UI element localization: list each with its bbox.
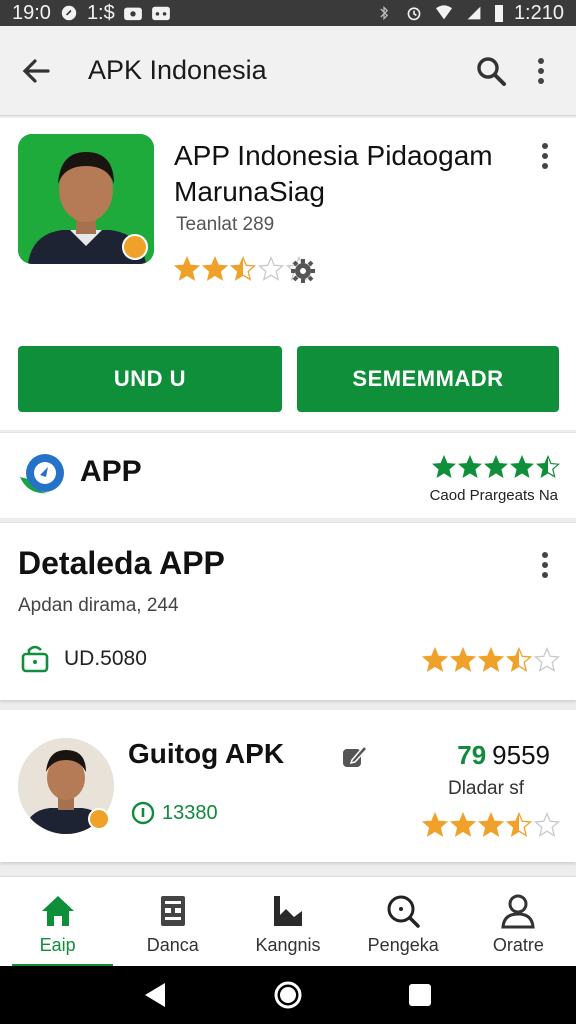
rating-caption: Caod Prargeats Na (429, 487, 558, 504)
nav-label: Pengeka (367, 935, 439, 955)
more-vert-icon[interactable] (536, 56, 546, 86)
star-icon (432, 455, 456, 478)
star-icon (534, 647, 560, 672)
message-icon (151, 6, 170, 21)
nav-item-kangnis[interactable]: Kangnis (230, 877, 345, 966)
star-icon (506, 647, 532, 672)
install-button[interactable]: UND U (18, 346, 282, 412)
gear-icon[interactable] (290, 258, 316, 284)
search-icon[interactable] (474, 54, 508, 88)
alarm-icon (407, 7, 421, 21)
nav-label: Oratre (492, 935, 544, 955)
app-logo-icon (20, 454, 64, 494)
star-icon (458, 455, 482, 478)
app-summary-row[interactable]: APP Caod Prargeats Na (0, 432, 576, 518)
more-vert-icon[interactable] (541, 551, 549, 579)
star-icon (422, 647, 448, 672)
star-icon (450, 812, 476, 837)
app-header-card: APP Indonesia Pidaogam MarunaSiag Teanla… (0, 118, 576, 430)
notification-icon (61, 5, 77, 21)
listing-name: Guitog APK (128, 738, 285, 769)
status-time-left: 19:0 (12, 1, 51, 24)
chart-icon (274, 896, 302, 926)
edit-icon[interactable] (340, 742, 368, 770)
details-title: Detaleda APP (18, 545, 225, 581)
apps-icon (160, 896, 185, 926)
star-icon (478, 647, 504, 672)
nav-item-oratre[interactable]: Oratre (461, 877, 576, 966)
verified-badge-icon (122, 234, 148, 260)
download-count: 13380 (162, 802, 218, 824)
rating-stars (422, 647, 560, 673)
star-icon (536, 455, 560, 478)
details-card[interactable]: Detaleda APP Apdan dirama, 244 UD.5080 (0, 522, 576, 700)
star-icon (478, 812, 504, 837)
battery-icon (494, 5, 503, 22)
star-icon (506, 812, 532, 837)
system-navigation-bar (0, 966, 576, 1024)
status-time-right: 1:210 (513, 1, 564, 24)
status-extra: 1:$ (86, 1, 115, 24)
back-arrow-icon[interactable] (20, 55, 52, 87)
price-value: UD.5080 (64, 647, 147, 670)
bluetooth-icon (380, 5, 389, 21)
image-icon (123, 7, 142, 21)
back-triangle-icon[interactable] (141, 980, 171, 1010)
person-icon (501, 894, 536, 929)
info-icon (131, 801, 155, 825)
nav-label: Kangnis (255, 935, 321, 955)
star-icon (484, 455, 508, 478)
star-icon (230, 256, 256, 281)
app-title: APP Indonesia Pidaogam MarunaSiag (174, 140, 493, 207)
signal-icon (467, 6, 481, 20)
more-vert-icon[interactable] (541, 142, 549, 170)
app-label: APP (80, 455, 142, 488)
lock-icon (21, 645, 49, 673)
nav-item-pengeka[interactable]: Pengeka (346, 877, 461, 966)
page-title: APK Indonesia (88, 55, 267, 85)
star-icon (510, 455, 534, 478)
rating-stars (422, 812, 560, 838)
app-subtitle: Teanlat 289 (176, 214, 275, 235)
star-icon (258, 256, 284, 281)
bottom-navigation: Eaip Danca Kangnis Pengeka Oratre (0, 876, 576, 967)
nav-label: Eaip (39, 935, 76, 955)
home-icon (41, 896, 74, 926)
star-icon (450, 647, 476, 672)
app-bar: APK Indonesia (0, 26, 576, 116)
wifi-icon (435, 5, 452, 20)
verified-badge-icon (88, 808, 110, 830)
nav-label: Danca (146, 935, 199, 955)
rating-stars (432, 455, 560, 479)
secondary-action-button[interactable]: SEMEMMADR (297, 346, 559, 412)
home-circle-icon[interactable] (273, 980, 303, 1010)
nav-item-danca[interactable]: Danca (115, 877, 230, 966)
metric-primary: 79 (457, 740, 487, 770)
metric-value: 79 9559 (457, 740, 550, 771)
metric-label: Dladar sf (447, 778, 524, 799)
listing-card[interactable]: Guitog APK 13380 79 9559 Dladar sf (0, 710, 576, 862)
search-icon (387, 895, 420, 928)
details-subtitle: Apdan dirama, 244 (18, 595, 179, 616)
app-icon-avatar (18, 134, 154, 264)
star-icon (174, 256, 200, 281)
status-bar: 19:0 1:$ 1:210 (0, 0, 576, 26)
star-icon (422, 812, 448, 837)
recents-square-icon[interactable] (405, 980, 435, 1010)
star-icon (202, 256, 228, 281)
metric-secondary: 9559 (492, 740, 550, 770)
star-icon (534, 812, 560, 837)
nav-item-home[interactable]: Eaip (0, 877, 115, 967)
